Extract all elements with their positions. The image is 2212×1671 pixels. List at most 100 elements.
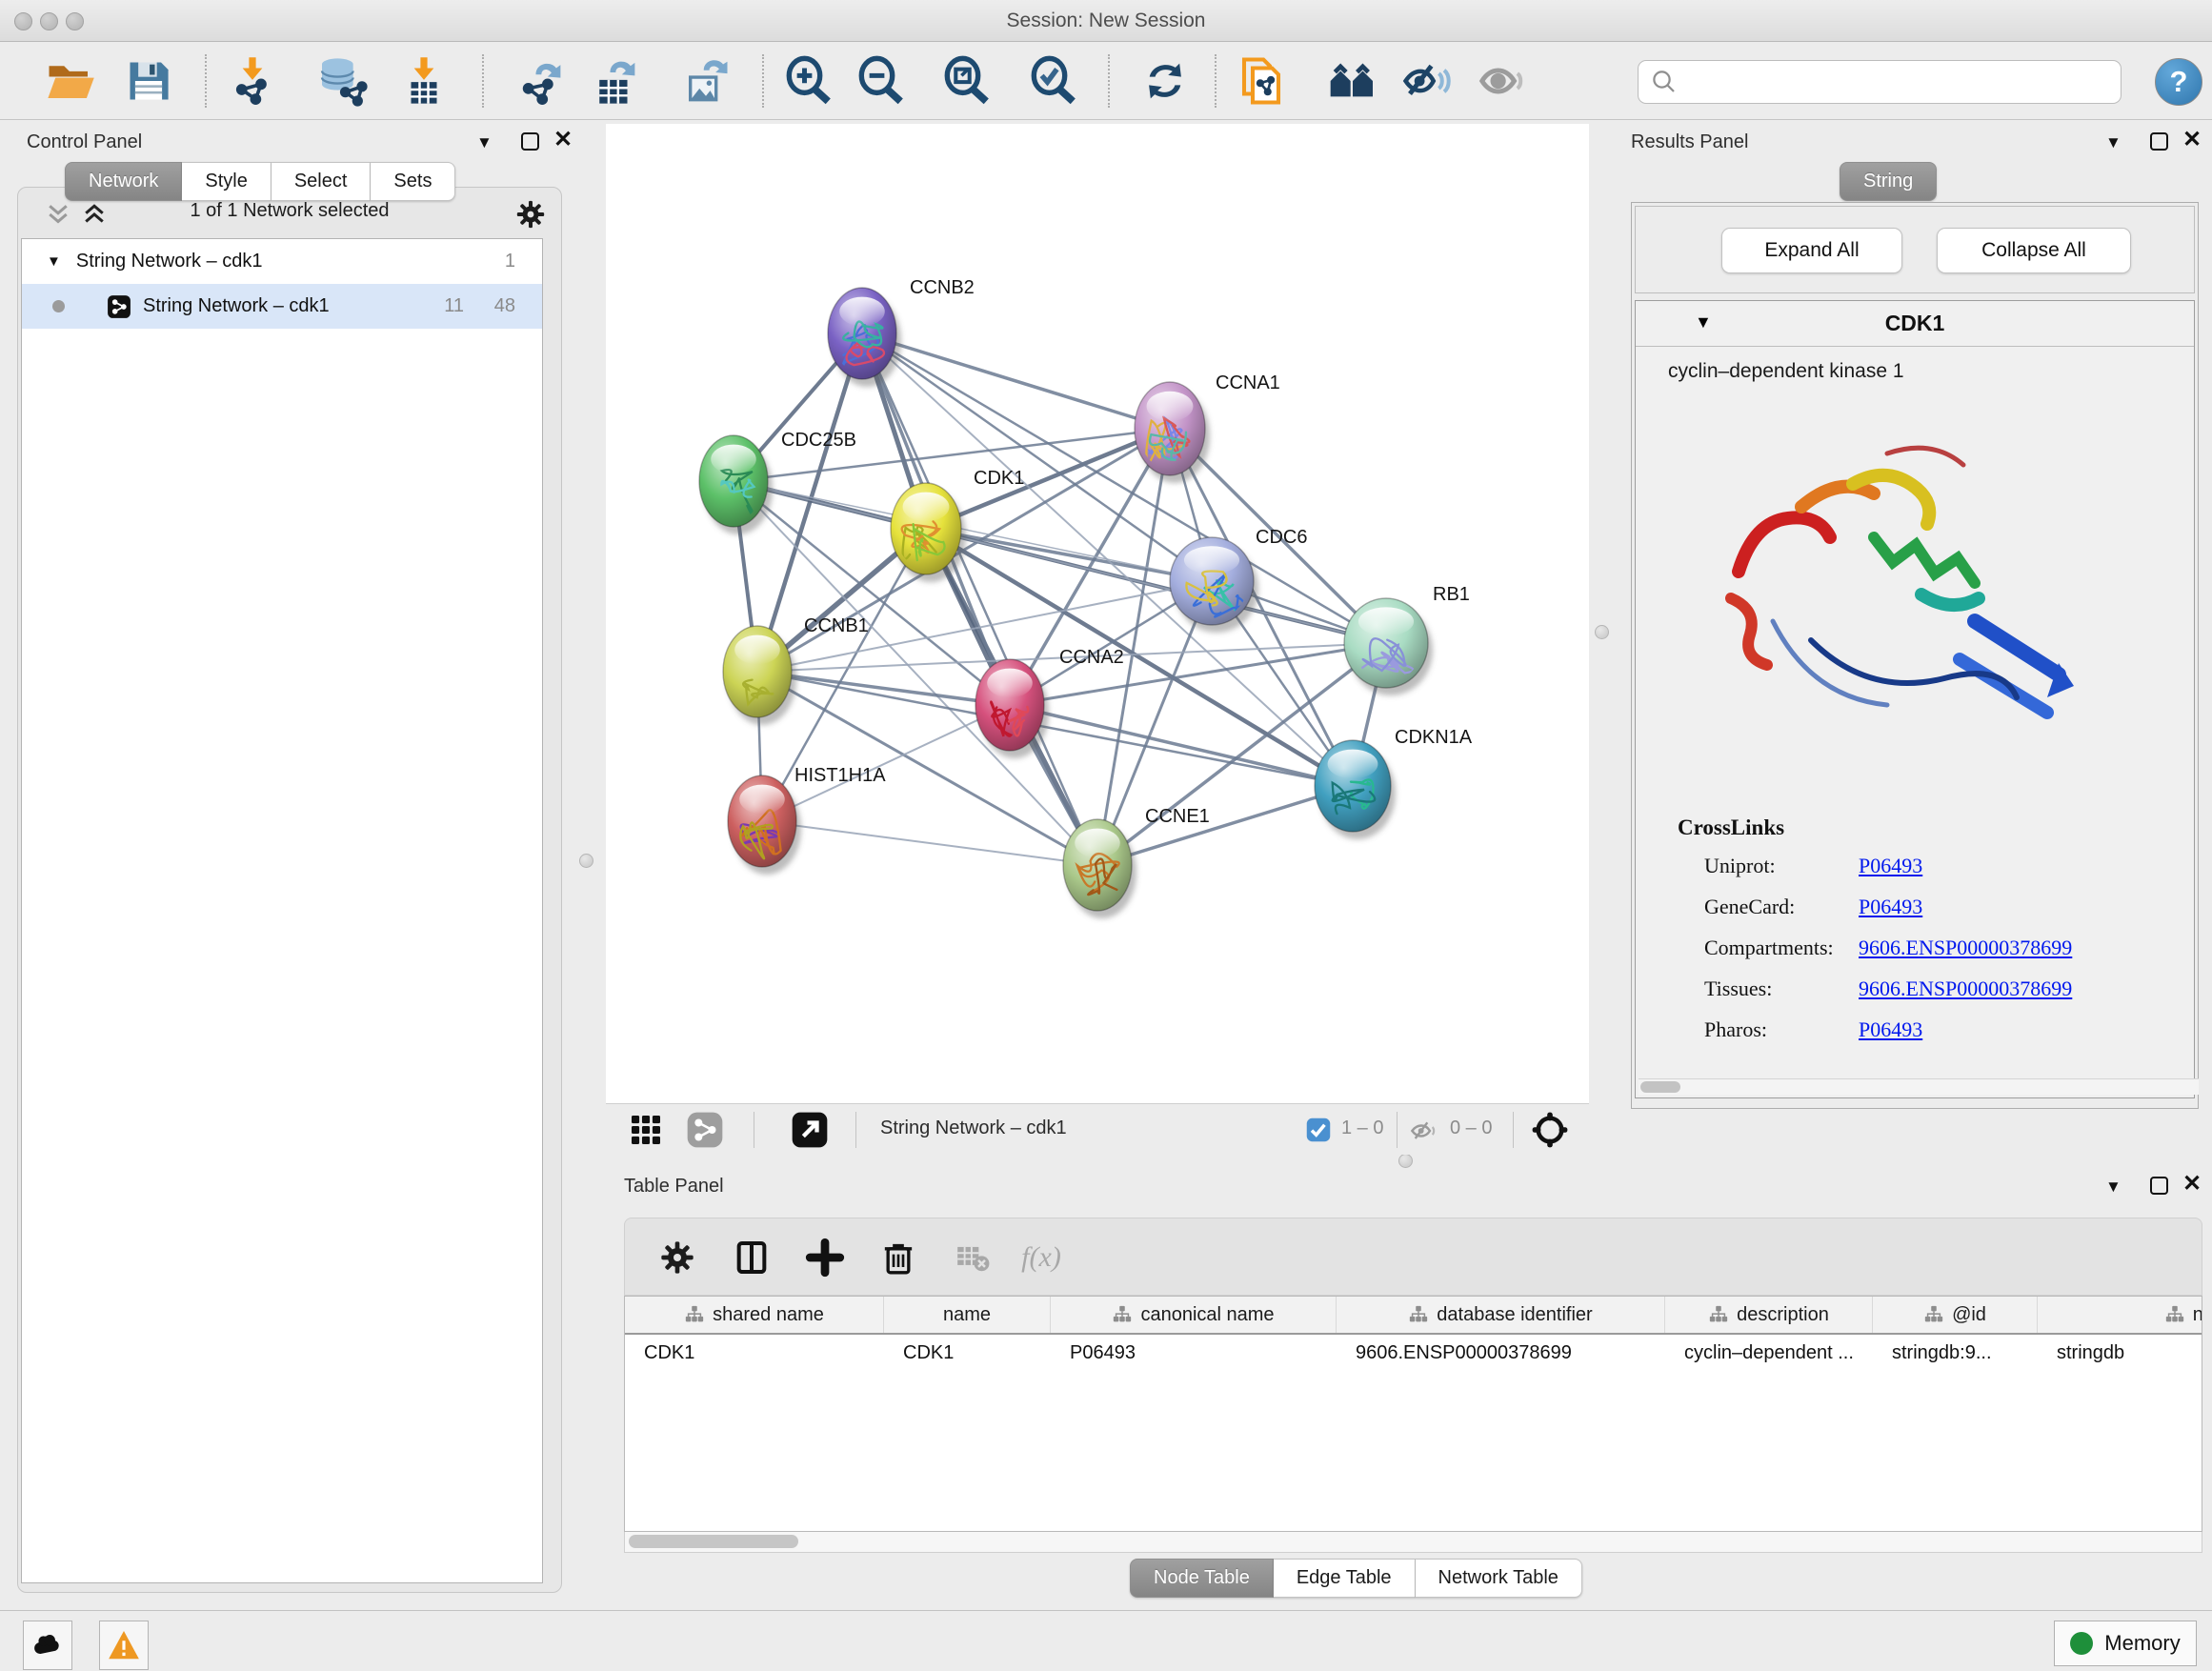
right-splitter-handle[interactable] — [1595, 625, 1609, 639]
table-settings-button[interactable] — [654, 1234, 701, 1281]
graph-node-HIST1H1A[interactable]: HIST1H1A — [728, 765, 886, 875]
collapse-all-button[interactable]: Collapse All — [1937, 228, 2131, 273]
function-builder-button[interactable]: f(x) — [1017, 1234, 1065, 1281]
column-header-description[interactable]: description — [1665, 1297, 1873, 1333]
graph-node-CCNA2[interactable]: CCNA2 — [975, 647, 1124, 758]
table-cell[interactable]: stringdb:9... — [1873, 1335, 2038, 1375]
network-node-count: 11 — [444, 295, 464, 317]
results-panel-close-button[interactable]: ✕ — [2182, 131, 2202, 150]
delete-table-button[interactable] — [949, 1234, 996, 1281]
crosslink-link[interactable]: P06493 — [1859, 1017, 1922, 1042]
zoom-fit-button[interactable] — [936, 50, 997, 111]
graph-node-CDKN1A[interactable]: CDKN1A — [1315, 727, 1473, 839]
open-file-button[interactable] — [40, 50, 101, 111]
selected-checkbox-icon[interactable] — [1305, 1117, 1332, 1143]
column-header-namespace[interactable]: namespace — [2038, 1297, 2202, 1333]
table-cell[interactable]: CDK1 — [884, 1335, 1051, 1375]
import-network-database-button[interactable] — [312, 50, 372, 111]
copy-style-button[interactable] — [1231, 50, 1292, 111]
tab-node-table[interactable]: Node Table — [1130, 1559, 1274, 1598]
column-header-shared-name[interactable]: shared name — [625, 1297, 884, 1333]
crosslink-link[interactable]: P06493 — [1859, 854, 1922, 878]
table-row[interactable]: CDK1CDK1P064939606.ENSP00000378699cyclin… — [625, 1335, 2202, 1375]
graph-edge-CCNA2-HIST1H1A[interactable] — [762, 705, 1010, 821]
table-horizontal-scrollbar[interactable] — [624, 1532, 2202, 1553]
cloud-status-button[interactable] — [23, 1621, 72, 1670]
table-cell[interactable]: cyclin–dependent ... — [1665, 1335, 1873, 1375]
results-scrollbar[interactable] — [1639, 1078, 2199, 1095]
bottom-splitter-handle[interactable] — [1398, 1154, 1413, 1168]
network-row[interactable]: String Network – cdk1 11 48 — [22, 284, 542, 329]
results-panel-float-button[interactable] — [2150, 132, 2168, 151]
table-cell[interactable]: stringdb — [2038, 1335, 2202, 1375]
collection-expander-icon[interactable]: ▼ — [47, 253, 61, 270]
expand-all-button[interactable]: Expand All — [1721, 228, 1902, 273]
hidden-eye-icon[interactable] — [1409, 1116, 1439, 1146]
control-panel-close-button[interactable]: ✕ — [553, 131, 573, 150]
table-panel-menu-button[interactable]: ▼ — [2105, 1178, 2122, 1197]
open-file-icon — [45, 55, 96, 107]
help-button[interactable]: ? — [2155, 58, 2202, 106]
left-splitter-handle[interactable] — [579, 854, 593, 868]
column-header--id[interactable]: @id — [1873, 1297, 2038, 1333]
delete-column-button[interactable] — [875, 1234, 922, 1281]
graph-edge-CCNA2-CDKN1A[interactable] — [1010, 705, 1353, 786]
zoom-out-button[interactable] — [851, 50, 912, 111]
graph-edge-CCNB2-CCNE1[interactable] — [862, 333, 1097, 865]
share-view-icon[interactable] — [686, 1111, 724, 1149]
graph-node-CDC25B[interactable]: CDC25B — [699, 430, 856, 534]
table-cell[interactable]: P06493 — [1051, 1335, 1337, 1375]
graph-edge-HIST1H1A-CCNE1[interactable] — [762, 821, 1097, 865]
graph-node-RB1[interactable]: RB1 — [1344, 584, 1470, 695]
graph-edge-CDKN1A-CCNE1[interactable] — [1097, 786, 1353, 865]
memory-status-dot — [2070, 1632, 2093, 1655]
warnings-button[interactable] — [99, 1621, 149, 1670]
search-input[interactable] — [1686, 63, 2121, 101]
refresh-button[interactable] — [1135, 50, 1196, 111]
export-table-button[interactable] — [584, 50, 645, 111]
first-neighbors-button[interactable] — [1322, 50, 1383, 111]
hide-selected-button[interactable] — [1397, 50, 1458, 111]
crosslink-row: Pharos:P06493 — [1678, 1017, 2173, 1042]
network-collection-row[interactable]: ▼ String Network – cdk1 1 — [22, 239, 542, 284]
birdseye-crosshair-icon[interactable] — [1530, 1110, 1570, 1150]
import-network-file-button[interactable] — [222, 50, 283, 111]
graph-node-CCNE1[interactable]: CCNE1 — [1063, 806, 1210, 918]
results-panel-menu-button[interactable]: ▼ — [2105, 133, 2122, 152]
column-header-canonical-name[interactable]: canonical name — [1051, 1297, 1337, 1333]
table-cell[interactable]: 9606.ENSP00000378699 — [1337, 1335, 1665, 1375]
table-cell[interactable]: CDK1 — [625, 1335, 884, 1375]
external-view-icon[interactable] — [791, 1111, 829, 1149]
protein-card-header[interactable]: ▼ CDK1 — [1636, 301, 2194, 347]
gear-icon[interactable] — [514, 198, 547, 231]
crosslink-link[interactable]: 9606.ENSP00000378699 — [1859, 936, 2072, 960]
save-session-button[interactable] — [118, 50, 179, 111]
show-all-button[interactable] — [1471, 50, 1532, 111]
zoom-selected-button[interactable] — [1023, 50, 1084, 111]
network-canvas[interactable]: CCNB2CCNA1CDC25BCDK1CDC6RB1CCNB1CCNA2CDK… — [606, 124, 1589, 1103]
show-column-button[interactable] — [728, 1234, 775, 1281]
crosslink-link[interactable]: 9606.ENSP00000378699 — [1859, 976, 2072, 1001]
collection-label: String Network – cdk1 — [76, 251, 263, 272]
graph-edge-CCNB2-CCNA1[interactable] — [862, 333, 1170, 429]
memory-button[interactable]: Memory — [2054, 1621, 2197, 1666]
zoom-in-button[interactable] — [778, 50, 839, 111]
node-label-CDK1: CDK1 — [974, 468, 1024, 489]
crosslink-link[interactable]: P06493 — [1859, 895, 1922, 919]
column-type-icon — [1112, 1304, 1133, 1325]
export-image-button[interactable] — [675, 50, 736, 111]
export-network-button[interactable] — [510, 50, 571, 111]
tab-edge-table[interactable]: Edge Table — [1274, 1559, 1416, 1598]
add-column-button[interactable] — [801, 1234, 849, 1281]
tab-string[interactable]: String — [1840, 162, 1937, 201]
table-panel-close-button[interactable]: ✕ — [2182, 1175, 2202, 1194]
control-panel-menu-button[interactable]: ▼ — [476, 133, 493, 152]
column-header-database-identifier[interactable]: database identifier — [1337, 1297, 1665, 1333]
grid-view-icon[interactable] — [629, 1113, 663, 1147]
import-table-button[interactable] — [393, 50, 454, 111]
network-edge-count: 48 — [494, 295, 515, 317]
control-panel-float-button[interactable] — [521, 132, 539, 151]
column-header-name[interactable]: name — [884, 1297, 1051, 1333]
tab-network-table[interactable]: Network Table — [1416, 1559, 1582, 1598]
table-panel-float-button[interactable] — [2150, 1177, 2168, 1195]
